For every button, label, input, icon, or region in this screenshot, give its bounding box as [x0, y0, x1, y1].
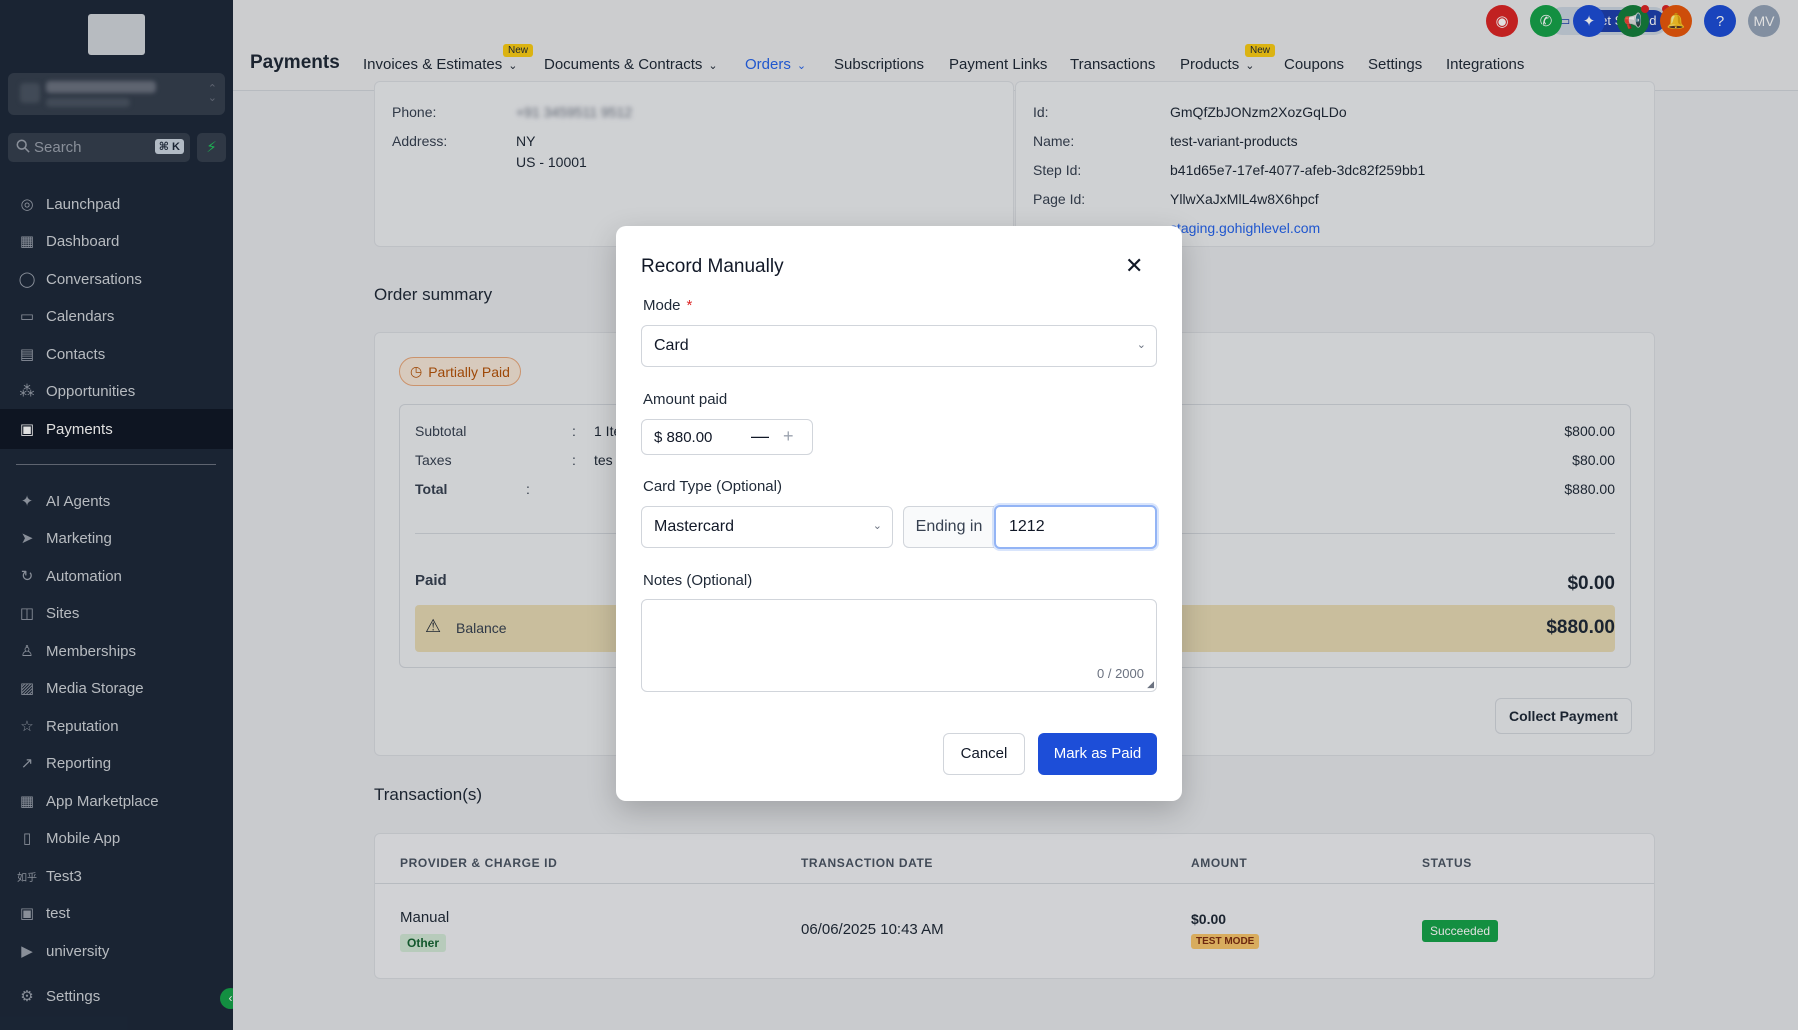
close-icon[interactable]: ✕ — [1125, 255, 1143, 277]
ending-in-label: Ending in — [903, 506, 994, 548]
decrement-icon[interactable]: — — [751, 426, 769, 447]
chevron-down-icon: ⌄ — [872, 520, 882, 532]
record-manually-modal: Record Manually ✕ Mode * Card ⌄ Amount pa… — [616, 226, 1182, 801]
card-type-selected-value: Mastercard — [654, 518, 735, 535]
amount-stepper[interactable]: $ 880.00 — + — [641, 419, 813, 455]
notes-char-count: 0 / 2000 — [1097, 666, 1144, 681]
resize-handle-icon[interactable]: ◢ — [1147, 679, 1154, 690]
amount-label: Amount paid — [643, 391, 728, 408]
amount-value[interactable]: $ 880.00 — [654, 429, 712, 446]
modal-title: Record Manually — [641, 256, 784, 277]
notes-label: Notes (Optional) — [643, 572, 753, 589]
mode-select[interactable]: Card ⌄ — [641, 325, 1157, 367]
card-last4-input[interactable] — [994, 505, 1157, 549]
chevron-down-icon: ⌄ — [1136, 339, 1146, 351]
mark-as-paid-button[interactable]: Mark as Paid — [1038, 733, 1157, 775]
increment-icon[interactable]: + — [783, 426, 794, 447]
mode-label: Mode * — [643, 297, 692, 314]
notes-textarea[interactable]: 0 / 2000 ◢ — [641, 599, 1157, 692]
card-type-select[interactable]: Mastercard ⌄ — [641, 506, 893, 548]
mode-label-text: Mode — [643, 297, 681, 314]
card-type-label: Card Type (Optional) — [643, 478, 782, 495]
cancel-button[interactable]: Cancel — [943, 733, 1025, 775]
required-marker: * — [686, 297, 693, 314]
mode-selected-value: Card — [654, 337, 689, 354]
